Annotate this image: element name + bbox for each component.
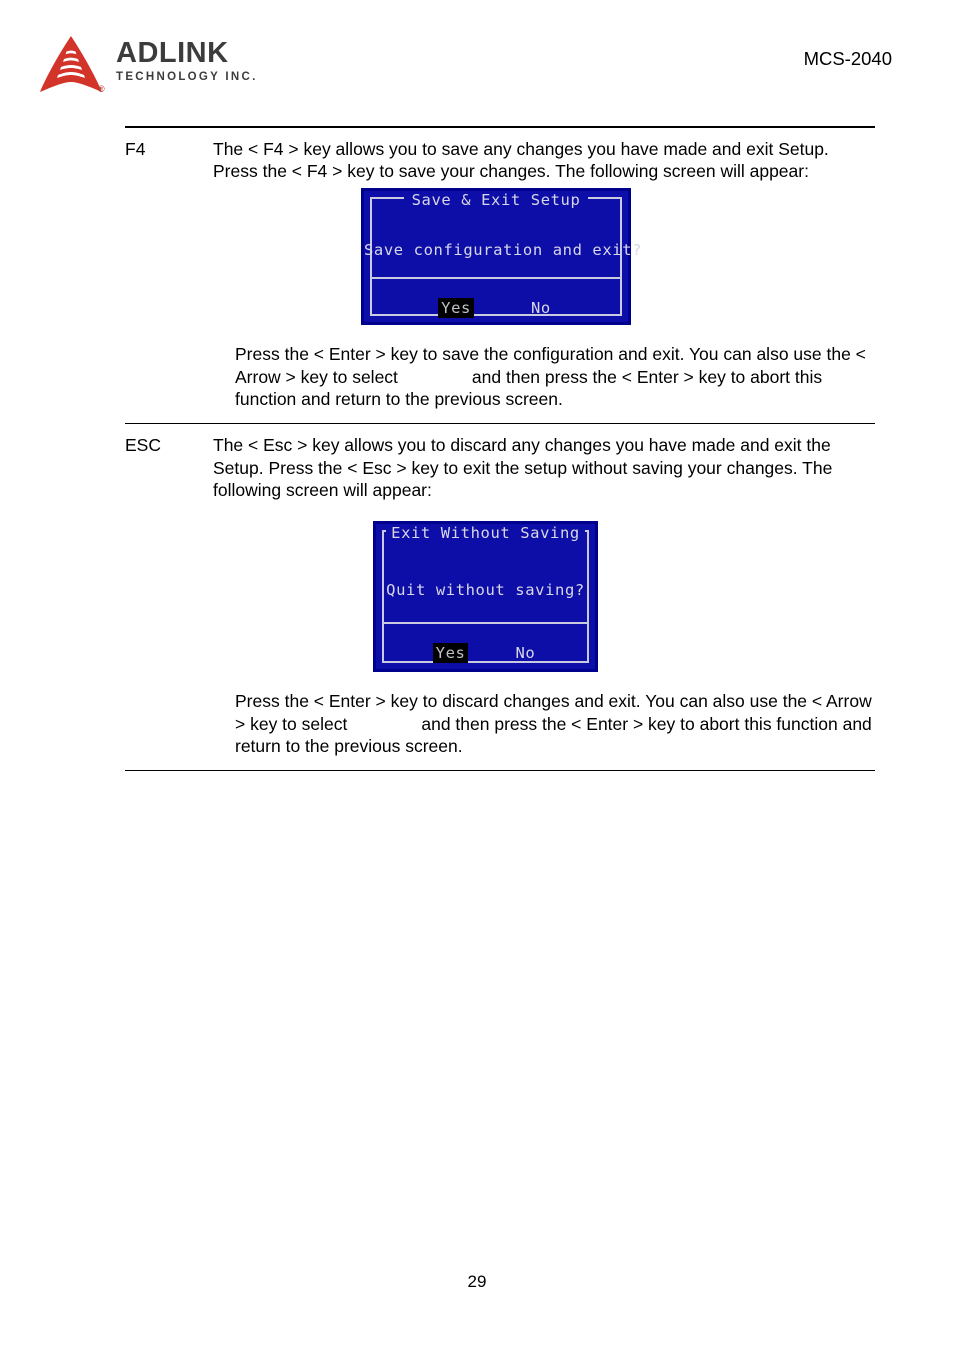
bios-dialog-message: Quit without saving? [386, 581, 585, 600]
key-description-f4: The < F4 > key allows you to save any ch… [213, 138, 829, 181]
bios-dialog-message: Save configuration and exit? [364, 241, 643, 260]
adlink-wordmark: ADLINK TECHNOLOGY INC. [116, 38, 266, 84]
registered-trademark-symbol: ® [98, 84, 105, 94]
bios-dialog-title: Save & Exit Setup [403, 191, 589, 210]
key-footnote-esc: Press the < Enter > key to discard chang… [235, 690, 873, 757]
bios-dialog-title: Exit Without Saving [386, 524, 585, 543]
table-row-f4: F4 The < F4 > key allows you to save any… [125, 128, 875, 423]
bios-dialog-save-exit: Save & Exit Setup Save configuration and… [361, 188, 643, 326]
bios-dialog-buttons: Yes No [376, 643, 595, 664]
key-label-esc: ESC [125, 435, 161, 456]
adlink-logo: ® ADLINK TECHNOLOGY INC. [38, 34, 268, 96]
bios-no-button[interactable]: No [512, 643, 538, 663]
logo-company-name: ADLINK [116, 37, 229, 69]
page-number: 29 [467, 1272, 487, 1291]
key-label-f4: F4 [125, 138, 146, 159]
header-model-number: MCS-2040 [803, 48, 892, 69]
adlink-triangle-icon [38, 34, 104, 96]
bios-dialog-exit-without-saving-wrapper: Exit Without Saving Quit without saving?… [125, 521, 875, 673]
bios-title-row: Save & Exit Setup [370, 190, 622, 210]
key-footnote-f4: Press the < Enter > key to save the conf… [235, 343, 873, 410]
key-reference-table: F4 The < F4 > key allows you to save any… [125, 126, 875, 772]
bios-dialog-save-exit-wrapper: Save & Exit Setup Save configuration and… [125, 188, 875, 326]
bios-yes-button[interactable]: Yes [432, 643, 469, 664]
bios-title-row: Exit Without Saving [382, 523, 589, 543]
bios-dialog-buttons: Yes No [364, 298, 628, 319]
bios-dialog-divider [372, 277, 620, 280]
key-description-esc: The < Esc > key allows you to discard an… [213, 435, 833, 501]
bios-dialog-divider [384, 622, 587, 625]
bios-yes-button[interactable]: Yes [438, 298, 474, 319]
bios-no-button[interactable]: No [528, 298, 554, 318]
logo-company-tagline: TECHNOLOGY INC. [116, 71, 258, 83]
table-row-esc: ESC The < Esc > key allows you to discar… [125, 424, 875, 769]
table-rule-bottom [125, 769, 875, 772]
bios-dialog-exit-without-saving: Exit Without Saving Quit without saving?… [373, 521, 598, 673]
page-header: ® ADLINK TECHNOLOGY INC. MCS-2040 [0, 0, 954, 110]
